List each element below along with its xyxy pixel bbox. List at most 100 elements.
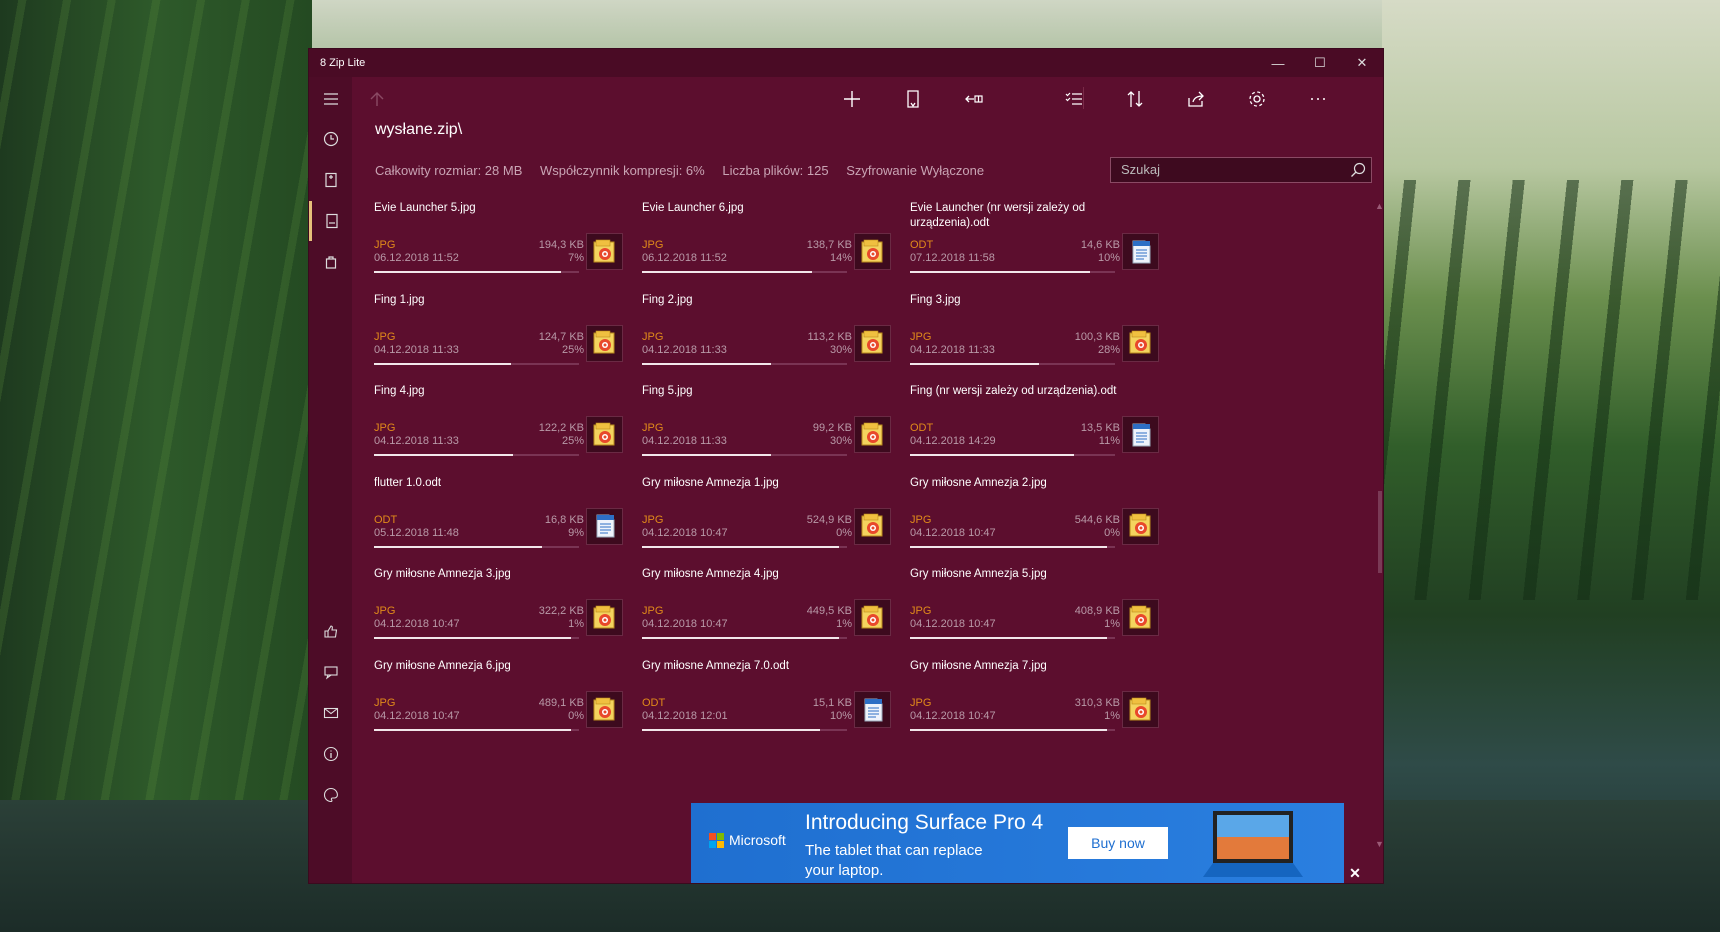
- jpg-icon: [861, 513, 882, 537]
- file-type: JPG: [910, 330, 932, 343]
- search-icon[interactable]: [1350, 162, 1366, 178]
- file-compression-ratio: 1%: [836, 618, 852, 631]
- maximize-button[interactable]: ☐: [1299, 49, 1341, 77]
- file-size: 16,8 KB: [544, 513, 584, 526]
- surface-device-image: [1203, 811, 1303, 877]
- compression-bar-fill: [910, 362, 1040, 365]
- file-item[interactable]: flutter 1.0.odt ODT 05.12.2018 11:48 16,8 K…: [374, 476, 639, 566]
- ad-brand: Microsoft: [709, 832, 786, 848]
- scroll-thumb[interactable]: [1378, 491, 1382, 573]
- sidebar-item-open-archive[interactable]: [309, 201, 352, 241]
- info-icon: [323, 746, 338, 762]
- file-type: ODT: [910, 422, 934, 435]
- file-name: Fing (nr wersji zależy od urządzenia).od…: [910, 385, 1117, 398]
- file-item[interactable]: Fing (nr wersji zależy od urządzenia).od…: [910, 384, 1175, 474]
- file-size: 138,7 KB: [806, 239, 852, 251]
- jpg-icon: [1129, 605, 1150, 629]
- file-item[interactable]: Fing 4.jpg JPG 04.12.2018 11:33 122,2 KB 25%: [374, 384, 639, 474]
- buy-now-button[interactable]: Buy now: [1068, 827, 1168, 859]
- palette-icon: [323, 787, 338, 803]
- file-item[interactable]: Gry miłosne Amnezja 6.jpg JPG 04.12.2018 1…: [374, 659, 639, 749]
- file-size: 100,3 KB: [1074, 330, 1120, 343]
- hamburger-menu-button[interactable]: [309, 79, 352, 119]
- compression-bar-fill: [910, 545, 1107, 548]
- file-item[interactable]: Fing 1.jpg JPG 04.12.2018 11:33 124,7 KB 25%: [374, 293, 639, 383]
- file-type: JPG: [642, 422, 664, 435]
- file-item[interactable]: Evie Launcher 5.jpg JPG 06.12.2018 11:52 19…: [374, 201, 639, 291]
- file-compression-ratio: 0%: [1104, 526, 1120, 539]
- file-date: 06.12.2018 11:52: [374, 252, 459, 264]
- file-item[interactable]: Gry miłosne Amnezja 4.jpg JPG 04.12.2018 1…: [642, 567, 907, 657]
- sidebar-item-feedback[interactable]: [309, 652, 352, 692]
- file-name: Gry miłosne Amnezja 4.jpg: [642, 568, 779, 581]
- file-item[interactable]: Fing 2.jpg JPG 04.12.2018 11:33 113,2 KB 30%: [642, 293, 907, 383]
- file-item[interactable]: Evie Launcher 6.jpg JPG 06.12.2018 11:52 13…: [642, 201, 907, 291]
- file-thumbnail: [1122, 507, 1159, 545]
- file-name: flutter 1.0.odt: [374, 476, 442, 489]
- archive-path: wysłane.zip\: [375, 121, 463, 138]
- file-item[interactable]: Gry miłosne Amnezja 2.jpg JPG 04.12.2018 1…: [910, 476, 1175, 566]
- file-compression-ratio: 25%: [561, 343, 584, 356]
- file-compression-ratio: 0%: [568, 710, 584, 722]
- minimize-button[interactable]: —: [1257, 49, 1299, 77]
- more-button[interactable]: [1296, 77, 1340, 121]
- file-item[interactable]: Fing 3.jpg JPG 04.12.2018 11:33 100,3 KB 28%: [910, 293, 1175, 383]
- extract-button[interactable]: [891, 77, 935, 121]
- scrollbar[interactable]: ▲ ▼: [1374, 201, 1383, 851]
- share-button[interactable]: [1174, 77, 1218, 121]
- archive-add-icon: [324, 172, 337, 188]
- sidebar-item-recent[interactable]: [309, 119, 352, 159]
- file-item[interactable]: Gry miłosne Amnezja 7.jpg JPG 04.12.2018 1…: [910, 659, 1175, 749]
- close-button[interactable]: ✕: [1341, 49, 1383, 77]
- document-icon: [596, 514, 614, 538]
- jpg-icon: [861, 422, 882, 446]
- file-item[interactable]: Gry miłosne Amnezja 5.jpg JPG 04.12.2018 1…: [910, 567, 1175, 657]
- up-button[interactable]: [355, 77, 399, 121]
- compression-bar: [642, 637, 847, 640]
- file-name: Evie Launcher (nr wersji zależy od urząd…: [910, 202, 1086, 229]
- file-date: 04.12.2018 11:33: [642, 343, 727, 356]
- file-item[interactable]: Fing 5.jpg JPG 04.12.2018 11:33 99,2 KB 30%: [642, 384, 907, 474]
- file-item[interactable]: Evie Launcher (nr wersji zależy od urząd…: [910, 201, 1175, 291]
- file-size: 310,3 KB: [1074, 697, 1120, 709]
- archive-stats: Całkowity rozmiar: 28 MB Współczynnik ko…: [375, 163, 998, 178]
- scroll-down-icon[interactable]: ▼: [1375, 839, 1383, 849]
- scroll-up-icon[interactable]: ▲: [1375, 201, 1383, 211]
- jpg-icon: [593, 422, 614, 446]
- select-button[interactable]: [1052, 77, 1096, 121]
- file-date: 05.12.2018 11:48: [374, 526, 459, 539]
- compression-bar: [642, 454, 847, 457]
- sidebar-item-mail[interactable]: [309, 693, 352, 733]
- file-size: 99,2 KB: [812, 422, 852, 435]
- file-thumbnail: [1122, 233, 1159, 270]
- sidebar-item-rate[interactable]: [309, 611, 352, 651]
- stat-encryption: Szyfrowanie Wyłączone: [846, 163, 985, 178]
- file-item[interactable]: Gry miłosne Amnezja 7.0.odt ODT 04.12.2018…: [642, 659, 907, 749]
- sort-button[interactable]: [1113, 77, 1157, 121]
- file-date: 04.12.2018 10:47: [374, 618, 460, 631]
- file-thumbnail: [854, 507, 891, 545]
- compression-bar-fill: [642, 729, 821, 731]
- sidebar-item-store[interactable]: [309, 242, 352, 282]
- sidebar-item-new-archive[interactable]: [309, 160, 352, 200]
- file-item[interactable]: Gry miłosne Amnezja 3.jpg JPG 04.12.2018 1…: [374, 567, 639, 657]
- settings-button[interactable]: [1235, 77, 1279, 121]
- jpg-icon: [1129, 330, 1150, 354]
- sidebar-item-theme[interactable]: [309, 775, 352, 815]
- search-input[interactable]: Szukaj: [1110, 157, 1372, 183]
- toolbar-separator: [1083, 87, 1084, 109]
- file-item[interactable]: Gry miłosne Amnezja 1.jpg JPG 04.12.2018 1…: [642, 476, 907, 566]
- ad-close-button[interactable]: ✕: [1344, 863, 1366, 883]
- file-type: JPG: [642, 239, 664, 251]
- file-thumbnail: [586, 599, 623, 637]
- file-type: ODT: [374, 513, 398, 526]
- jpg-icon: [593, 330, 614, 354]
- sidebar-item-about[interactable]: [309, 734, 352, 774]
- file-name: Fing 2.jpg: [642, 293, 693, 306]
- ad-banner[interactable]: Microsoft Introducing Surface Pro 4 The …: [691, 803, 1344, 883]
- compression-bar: [642, 545, 847, 548]
- stat-file-count: Liczba plików: 125: [722, 163, 829, 178]
- extract-to-button[interactable]: [952, 77, 996, 121]
- add-files-button[interactable]: [830, 77, 874, 121]
- file-thumbnail: [1122, 324, 1159, 362]
